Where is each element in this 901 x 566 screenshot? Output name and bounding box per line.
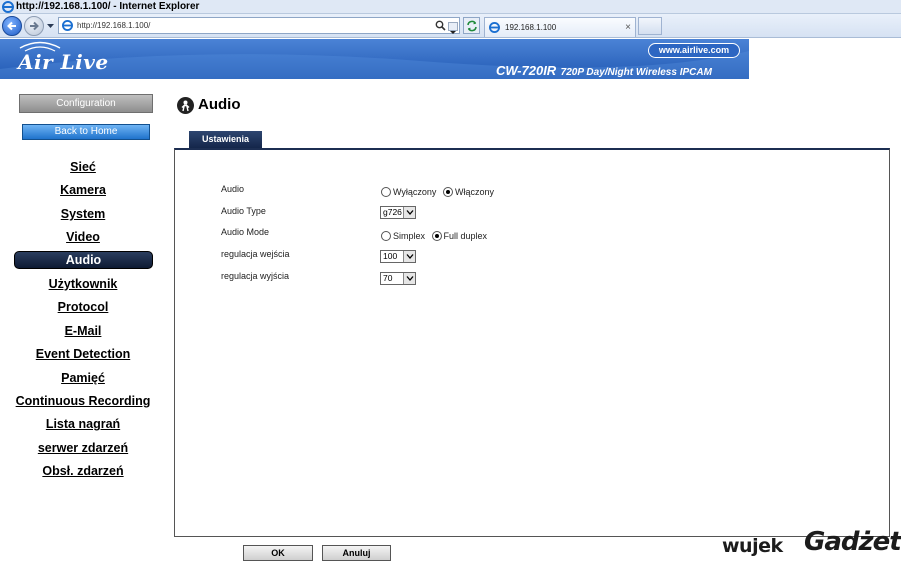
simplex-label: Simplex <box>393 231 426 241</box>
refresh-icon <box>467 20 477 32</box>
input-gain-dropdown-arrow[interactable] <box>403 251 415 262</box>
audio-on-label: Włączony <box>454 187 494 197</box>
audio-label: Audio <box>221 184 245 194</box>
audio-mode-radio-group: Simplex Full duplex <box>381 231 491 241</box>
internet-explorer-icon <box>2 1 14 13</box>
tab-title: 192.168.1.100 <box>505 23 557 32</box>
model-code: CW-720IR <box>496 63 557 78</box>
simplex-radio[interactable] <box>381 231 391 241</box>
audio-radio-group: Wyłączony Włączony <box>381 187 498 197</box>
airlive-banner: Air Live www.airlive.com CW-720IR 720P D… <box>0 39 749 79</box>
close-tab-icon[interactable]: × <box>625 18 631 37</box>
sidebar-item-continuous-recording[interactable]: Continuous Recording <box>0 392 166 411</box>
audio-on-radio[interactable] <box>442 187 453 197</box>
new-tab-button[interactable] <box>638 17 662 35</box>
audio-type-dropdown-arrow[interactable] <box>403 207 415 218</box>
watermark-part2: Gadżet <box>804 527 901 557</box>
sidebar-item-siec[interactable]: Sieć <box>0 158 166 177</box>
airlive-logo: Air Live <box>18 50 109 74</box>
address-tools <box>432 17 460 34</box>
person-icon <box>181 100 190 112</box>
browser-tab[interactable]: 192.168.1.100 × <box>484 17 636 37</box>
sidebar-item-serwer-zdarzen[interactable]: serwer zdarzeń <box>0 439 166 458</box>
tab-page-icon <box>489 22 500 33</box>
arrow-right-icon <box>30 21 39 31</box>
output-gain-select[interactable]: 70 <box>380 272 416 285</box>
address-dropdown-button[interactable] <box>448 22 458 34</box>
watermark-part1: wujek <box>722 535 783 557</box>
full-duplex-radio[interactable] <box>431 231 442 241</box>
refresh-button[interactable] <box>463 17 480 34</box>
input-gain-value: 100 <box>383 251 398 261</box>
full-duplex-label: Full duplex <box>443 231 488 241</box>
audio-type-value: g726 <box>383 207 402 217</box>
chevron-down-icon <box>406 254 414 259</box>
audio-mode-label: Audio Mode <box>221 227 270 237</box>
cancel-button[interactable]: Anuluj <box>322 545 391 561</box>
tab-ustawienia[interactable]: Ustawienia <box>189 131 262 148</box>
input-gain-label: regulacja wejścia <box>221 249 290 259</box>
input-gain-select[interactable]: 100 <box>380 250 416 263</box>
back-to-home-button[interactable]: Back to Home <box>22 124 150 140</box>
sidebar-item-system[interactable]: System <box>0 205 166 224</box>
sidebar-item-event-detection[interactable]: Event Detection <box>0 345 166 364</box>
audio-type-label: Audio Type <box>221 206 266 216</box>
settings-panel <box>174 148 890 537</box>
configuration-button[interactable]: Configuration <box>19 94 153 113</box>
model-description: 720P Day/Night Wireless IPCAM <box>560 67 712 78</box>
chevron-down-icon <box>406 276 414 281</box>
recent-pages-dropdown-icon[interactable] <box>46 21 55 30</box>
audio-page-icon <box>177 97 194 114</box>
ok-button[interactable]: OK <box>243 545 313 561</box>
sidebar-item-video[interactable]: Video <box>0 228 166 247</box>
output-gain-dropdown-arrow[interactable] <box>403 273 415 284</box>
sidebar-item-uzytkownik[interactable]: Użytkownik <box>0 275 166 294</box>
back-button[interactable] <box>2 16 22 36</box>
address-input[interactable]: http://192.168.1.100/ <box>58 17 438 34</box>
camera-model: CW-720IR 720P Day/Night Wireless IPCAM <box>496 62 712 79</box>
sidebar-item-email[interactable]: E-Mail <box>0 322 166 341</box>
wujek-gadzet-watermark: wujek Gadżet <box>722 527 901 563</box>
output-gain-label: regulacja wyjścia <box>221 271 290 281</box>
chevron-down-icon <box>406 210 414 215</box>
sidebar-item-obsl-zdarzen[interactable]: Obsł. zdarzeń <box>0 462 166 481</box>
forward-button[interactable] <box>24 16 44 36</box>
sidebar-item-protocol[interactable]: Protocol <box>0 298 166 317</box>
sidebar-item-audio[interactable]: Audio <box>14 251 153 269</box>
sidebar-item-pamiec[interactable]: Pamięć <box>0 369 166 388</box>
website-link[interactable]: www.airlive.com <box>648 43 740 58</box>
browser-window: http://192.168.1.100/ - Internet Explore… <box>0 0 901 566</box>
audio-off-radio[interactable] <box>381 187 391 197</box>
page-icon <box>62 20 73 31</box>
arrow-left-icon <box>7 21 16 31</box>
page-title: Audio <box>198 96 241 113</box>
window-title: http://192.168.1.100/ - Internet Explore… <box>16 1 200 12</box>
address-text: http://192.168.1.100/ <box>77 21 151 30</box>
audio-type-select[interactable]: g726 <box>380 206 416 219</box>
address-toolbar: http://192.168.1.100/ 192.168.1.100 × <box>0 14 901 38</box>
chevron-down-icon <box>450 31 456 34</box>
sidebar-item-kamera[interactable]: Kamera <box>0 181 166 200</box>
search-icon[interactable] <box>435 20 446 31</box>
audio-off-label: Wyłączony <box>393 187 437 197</box>
window-title-bar: http://192.168.1.100/ - Internet Explore… <box>0 0 901 14</box>
output-gain-value: 70 <box>383 273 393 283</box>
sidebar-item-lista-nagran[interactable]: Lista nagrań <box>0 415 166 434</box>
